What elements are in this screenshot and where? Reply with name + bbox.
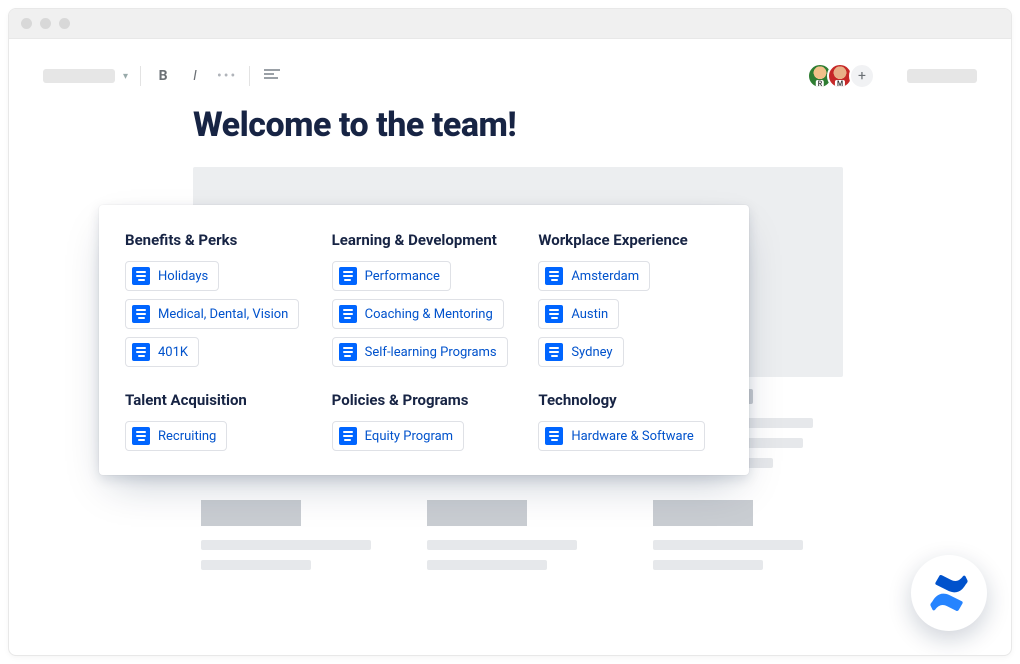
chip-label: Self-learning Programs xyxy=(365,345,497,360)
window-control-maximize[interactable] xyxy=(59,18,70,29)
chip-label: 401K xyxy=(158,345,188,360)
app-window: ▾ B I ••• R M + Welcome to the team! xyxy=(8,8,1012,656)
page-link-chip[interactable]: Holidays xyxy=(125,261,219,291)
skeleton-line xyxy=(427,540,577,550)
chip-label: Austin xyxy=(571,307,608,322)
chip-list: Recruiting xyxy=(125,421,314,451)
page-link-chip[interactable]: Sydney xyxy=(538,337,623,367)
card-column-title: Technology xyxy=(538,391,727,409)
collaborator-avatars: R M + xyxy=(807,63,875,89)
chip-label: Recruiting xyxy=(158,429,216,444)
skeleton-block xyxy=(201,500,301,526)
editor-toolbar: ▾ B I ••• R M + xyxy=(9,39,1011,95)
toolbar-divider xyxy=(249,66,250,86)
chip-list: Equity Program xyxy=(332,421,521,451)
page-link-chip[interactable]: Performance xyxy=(332,261,451,291)
card-column-title: Talent Acquisition xyxy=(125,391,314,409)
confluence-icon xyxy=(927,571,971,615)
page-link-chip[interactable]: 401K xyxy=(125,337,199,367)
page-link-chip[interactable]: Hardware & Software xyxy=(538,421,704,451)
align-button[interactable] xyxy=(262,67,282,85)
toolbar-divider xyxy=(140,66,141,86)
page-link-chip[interactable]: Austin xyxy=(538,299,619,329)
skeleton-line xyxy=(653,540,803,550)
skeleton-line xyxy=(653,560,763,570)
chip-label: Hardware & Software xyxy=(571,429,693,444)
document-icon xyxy=(339,427,357,445)
card-column: Technology Hardware & Software xyxy=(538,391,727,451)
add-collaborator-button[interactable]: + xyxy=(849,63,875,89)
window-control-minimize[interactable] xyxy=(40,18,51,29)
document-icon xyxy=(132,305,150,323)
chip-label: Performance xyxy=(365,269,440,284)
page-link-chip[interactable]: Self-learning Programs xyxy=(332,337,508,367)
chip-label: Equity Program xyxy=(365,429,453,444)
document-icon xyxy=(339,343,357,361)
chip-list: Hardware & Software xyxy=(538,421,727,451)
window-control-close[interactable] xyxy=(21,18,32,29)
skeleton-line xyxy=(201,540,371,550)
document-icon xyxy=(132,267,150,285)
text-style-select[interactable] xyxy=(43,69,115,83)
confluence-logo[interactable] xyxy=(911,555,987,631)
page-link-chip[interactable]: Medical, Dental, Vision xyxy=(125,299,299,329)
card-column: Benefits & Perks Holidays Medical, Dental,… xyxy=(125,231,314,367)
toolbar-action-placeholder[interactable] xyxy=(907,69,977,83)
more-formatting-button[interactable]: ••• xyxy=(217,68,237,84)
plus-icon: + xyxy=(858,68,866,84)
card-column-title: Learning & Development xyxy=(332,231,521,249)
document-icon xyxy=(545,427,563,445)
document-icon xyxy=(132,427,150,445)
chip-list: Amsterdam Austin Sydney xyxy=(538,261,727,367)
chip-label: Medical, Dental, Vision xyxy=(158,307,288,322)
resources-card: Benefits & Perks Holidays Medical, Dental,… xyxy=(99,205,749,475)
card-column-title: Benefits & Perks xyxy=(125,231,314,249)
card-column: Workplace Experience Amsterdam Austin Sydne… xyxy=(538,231,727,367)
page-link-chip[interactable]: Recruiting xyxy=(125,421,227,451)
align-left-icon xyxy=(264,67,280,81)
skeleton-block xyxy=(427,500,527,526)
chip-label: Holidays xyxy=(158,269,208,284)
chip-list: Holidays Medical, Dental, Vision 401K xyxy=(125,261,314,367)
skeleton-block xyxy=(653,500,753,526)
chip-label: Sydney xyxy=(571,345,612,360)
document-icon xyxy=(339,305,357,323)
document-icon xyxy=(545,267,563,285)
card-column-title: Workplace Experience xyxy=(538,231,727,249)
chip-label: Amsterdam xyxy=(571,269,639,284)
italic-button[interactable]: I xyxy=(185,68,205,84)
document-icon xyxy=(132,343,150,361)
chevron-down-icon: ▾ xyxy=(123,71,128,82)
document-icon xyxy=(339,267,357,285)
skeleton-line xyxy=(201,560,311,570)
bold-button[interactable]: B xyxy=(153,68,173,84)
document-icon xyxy=(545,343,563,361)
document-icon xyxy=(545,305,563,323)
card-column: Policies & Programs Equity Program xyxy=(332,391,521,451)
avatar-badge: R xyxy=(816,80,824,89)
card-column: Talent Acquisition Recruiting xyxy=(125,391,314,451)
page-link-chip[interactable]: Equity Program xyxy=(332,421,464,451)
chip-label: Coaching & Mentoring xyxy=(365,307,493,322)
avatar-badge: M xyxy=(835,80,845,89)
card-column-title: Policies & Programs xyxy=(332,391,521,409)
chip-list: Performance Coaching & Mentoring Self-lear… xyxy=(332,261,521,367)
skeleton-line xyxy=(427,560,547,570)
window-titlebar xyxy=(9,9,1011,39)
page-title: Welcome to the team! xyxy=(193,105,977,145)
page-link-chip[interactable]: Amsterdam xyxy=(538,261,650,291)
card-column: Learning & Development Performance Coachin… xyxy=(332,231,521,367)
page-link-chip[interactable]: Coaching & Mentoring xyxy=(332,299,504,329)
